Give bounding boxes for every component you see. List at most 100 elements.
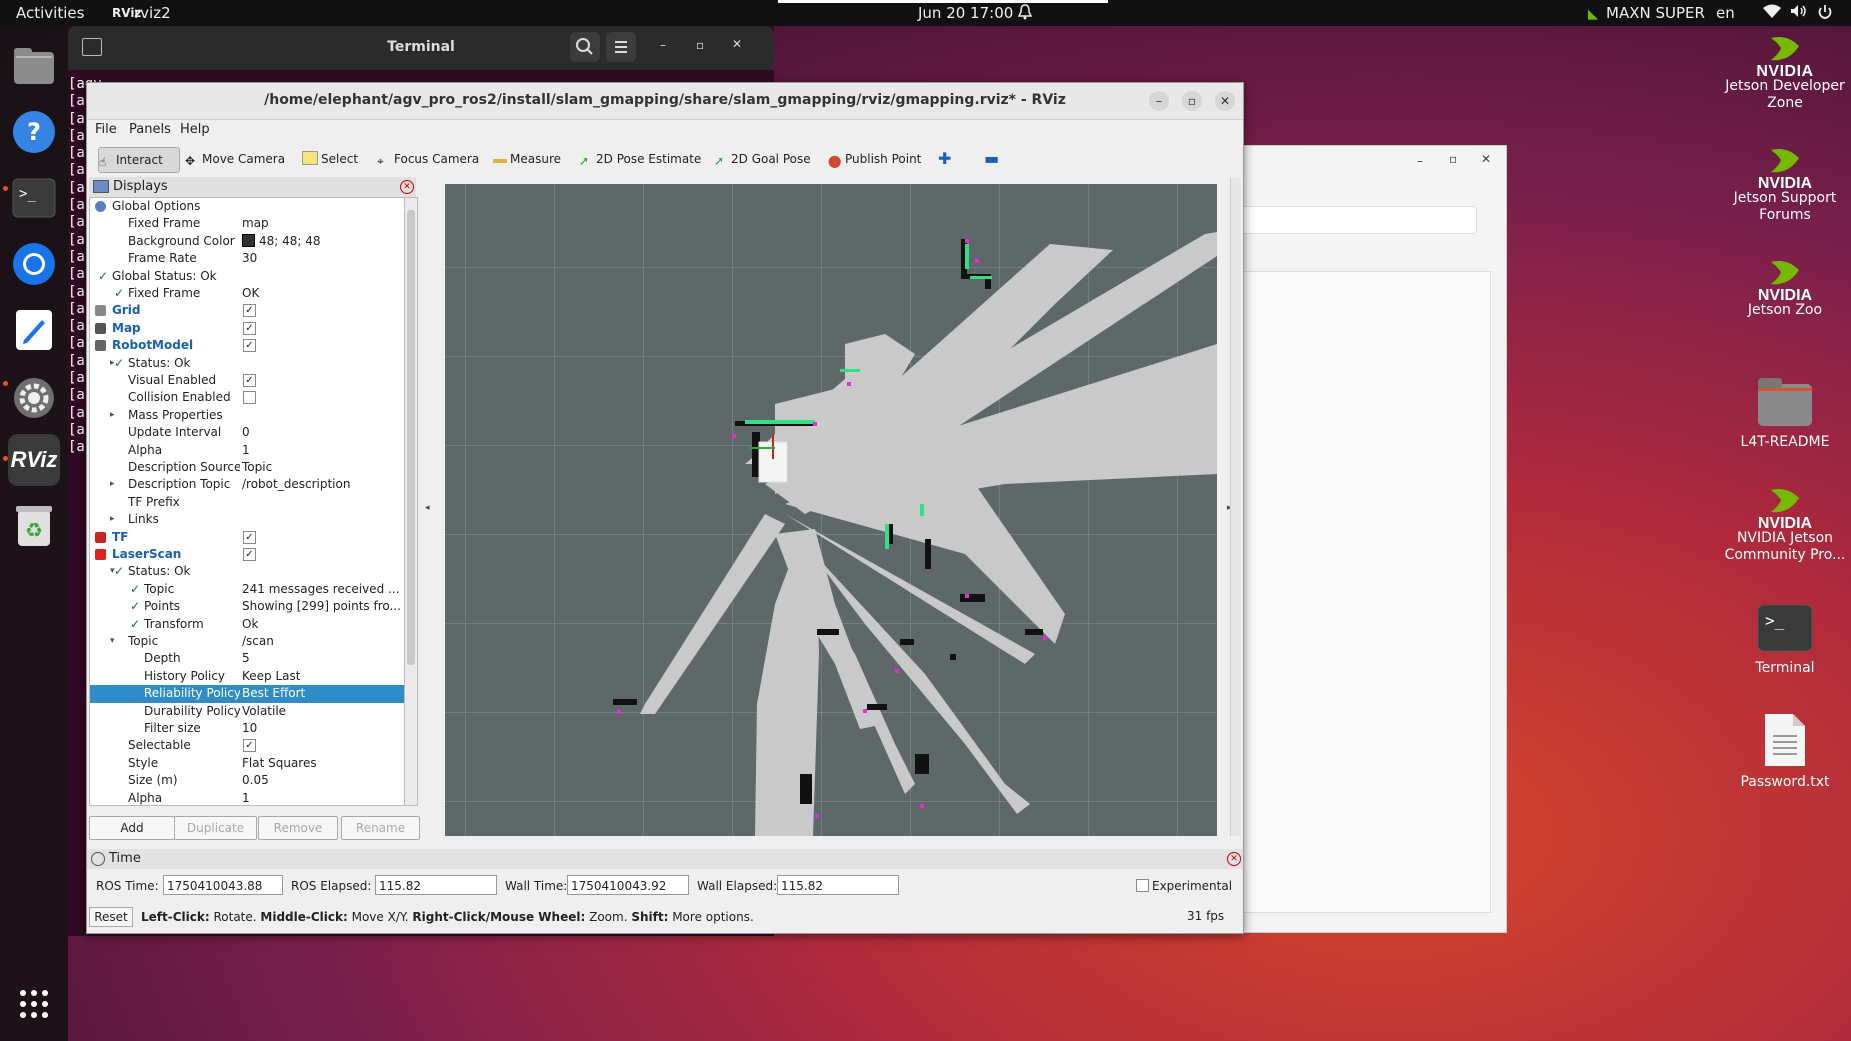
- menu-file[interactable]: File: [95, 122, 117, 137]
- property-value[interactable]: OK: [242, 286, 259, 300]
- settings-icon[interactable]: [8, 372, 60, 424]
- tree-row[interactable]: Global Options: [90, 198, 405, 215]
- add-tool-icon[interactable]: ✚: [938, 147, 951, 171]
- volume-icon[interactable]: [1790, 4, 1808, 22]
- tool-2d-pose-estimate[interactable]: ➚ 2D Pose Estimate: [579, 147, 701, 171]
- property-value[interactable]: 0: [242, 425, 250, 439]
- help-icon[interactable]: ?: [8, 106, 60, 158]
- color-swatch[interactable]: [242, 233, 255, 247]
- tree-row[interactable]: ▾ ✓ Status: Ok: [90, 563, 405, 580]
- 3d-viewport[interactable]: [445, 184, 1217, 836]
- tree-row[interactable]: TF Prefix: [90, 494, 405, 511]
- tree-row[interactable]: Size (m) 0.05: [90, 772, 405, 789]
- input-language[interactable]: en: [1716, 4, 1735, 22]
- tree-row[interactable]: Alpha 1: [90, 442, 405, 459]
- displays-scrollbar[interactable]: [404, 197, 418, 806]
- enable-checkbox[interactable]: ✓: [243, 739, 256, 753]
- rviz-window[interactable]: /home/elephant/agv_pro_ros2/install/slam…: [86, 82, 1244, 934]
- property-value[interactable]: 1: [242, 791, 250, 805]
- duplicate-button[interactable]: Duplicate: [174, 816, 257, 840]
- terminal-icon[interactable]: >_: [8, 172, 60, 224]
- expand-right-icon[interactable]: ▸: [110, 476, 115, 493]
- ros-time-field[interactable]: 1750410043.88: [163, 875, 283, 895]
- maximize-icon[interactable]: ▫: [696, 38, 704, 52]
- property-value[interactable]: /scan: [242, 634, 274, 648]
- desktop-icon-jetson-support-forums[interactable]: NVIDIA Jetson Support Forums: [1720, 144, 1850, 224]
- tool-publish-point[interactable]: ⬤ Publish Point: [828, 147, 921, 171]
- chromium-icon[interactable]: [8, 238, 60, 290]
- tree-row[interactable]: ▸ Links: [90, 511, 405, 528]
- tool-move-camera[interactable]: ✥ Move Camera: [185, 147, 285, 171]
- minimize-icon[interactable]: –: [1149, 91, 1169, 111]
- close-icon[interactable]: ✕: [1215, 91, 1235, 111]
- tree-row[interactable]: Reliability Policy Best Effort: [90, 685, 405, 703]
- tree-row[interactable]: RobotModel ✓: [90, 337, 405, 354]
- desktop-icon-jetson-developer-zone[interactable]: NVIDIA Jetson Developer Zone: [1720, 32, 1850, 112]
- tree-row[interactable]: ▾ Topic/scan: [90, 633, 405, 650]
- enable-checkbox[interactable]: ✓: [243, 530, 256, 544]
- tree-row[interactable]: ▸ Mass Properties: [90, 407, 405, 424]
- scroll-thumb[interactable]: [407, 210, 415, 665]
- tool-2d-goal-pose[interactable]: ➚ 2D Goal Pose: [714, 147, 811, 171]
- clock[interactable]: Jun 20 17:00: [918, 4, 1013, 22]
- ros-elapsed-field[interactable]: 115.82: [375, 875, 497, 895]
- search-icon[interactable]: [570, 32, 600, 62]
- property-value[interactable]: Ok: [242, 617, 258, 631]
- wall-elapsed-field[interactable]: 115.82: [777, 875, 899, 895]
- app-grid-icon[interactable]: [8, 978, 60, 1030]
- close-icon[interactable]: ✕: [732, 37, 742, 51]
- enable-checkbox[interactable]: ✓: [243, 321, 256, 335]
- property-value[interactable]: Flat Squares: [242, 756, 317, 770]
- wifi-icon[interactable]: [1763, 4, 1781, 22]
- maximize-icon[interactable]: ▫: [1182, 91, 1202, 111]
- experimental-checkbox[interactable]: [1136, 879, 1149, 892]
- reset-button[interactable]: Reset: [89, 907, 133, 927]
- tree-row[interactable]: Background Color 48; 48; 48: [90, 233, 405, 250]
- tree-row[interactable]: ✓ Fixed Frame OK: [90, 285, 405, 302]
- tool-measure[interactable]: Measure: [493, 147, 561, 171]
- enable-checkbox[interactable]: ✓: [243, 374, 256, 387]
- desktop-icon-jetson-zoo[interactable]: NVIDIA Jetson Zoo: [1720, 256, 1850, 319]
- tree-row[interactable]: TF ✓: [90, 529, 405, 546]
- minimize-icon[interactable]: –: [660, 38, 666, 52]
- rename-button[interactable]: Rename: [341, 816, 420, 840]
- displays-tree[interactable]: Global Options Fixed Frame map Background C…: [89, 197, 406, 806]
- text-editor-icon[interactable]: [8, 304, 60, 356]
- tree-row[interactable]: Grid ✓: [90, 302, 405, 319]
- desktop-icon-nvidia-jetson-community-projects[interactable]: NVIDIA NVIDIA Jetson Community Pro...: [1720, 484, 1850, 564]
- tool-focus-camera[interactable]: ⌖ Focus Camera: [377, 147, 479, 171]
- tree-row[interactable]: LaserScan ✓: [90, 546, 405, 563]
- background-window[interactable]: – ▫ ✕: [1238, 145, 1507, 933]
- tree-row[interactable]: ▸ ✓ Status: Ok: [90, 355, 405, 372]
- battery-power-icon[interactable]: [1818, 4, 1832, 24]
- enable-checkbox[interactable]: ✓: [243, 339, 256, 353]
- remove-button[interactable]: Remove: [258, 816, 338, 840]
- property-value[interactable]: 241 messages received ...: [242, 582, 399, 596]
- activities-button[interactable]: Activities: [16, 4, 84, 22]
- close-panel-icon[interactable]: ✕: [1227, 852, 1241, 866]
- wall-time-field[interactable]: 1750410043.92: [567, 875, 689, 895]
- tree-row[interactable]: Map ✓: [90, 320, 405, 337]
- property-value[interactable]: Volatile: [242, 704, 286, 718]
- tree-row[interactable]: Frame Rate 30: [90, 250, 405, 267]
- expand-right-icon[interactable]: ▸: [110, 511, 115, 528]
- tree-row[interactable]: History Policy Keep Last: [90, 668, 405, 685]
- property-value[interactable]: 0.05: [242, 773, 269, 787]
- property-value[interactable]: /robot_description: [242, 477, 350, 491]
- enable-checkbox[interactable]: [243, 391, 256, 405]
- close-icon[interactable]: ✕: [1481, 152, 1491, 166]
- maximize-icon[interactable]: ▫: [1449, 152, 1457, 166]
- menu-panels[interactable]: Panels: [129, 122, 171, 137]
- property-value[interactable]: Showing [299] points fro...: [242, 599, 401, 613]
- expand-down-icon[interactable]: ▾: [110, 633, 115, 650]
- tree-row[interactable]: Update Interval 0: [90, 424, 405, 441]
- desktop-icon-password-txt[interactable]: Password.txt: [1720, 712, 1850, 791]
- trash-icon[interactable]: ♻: [8, 500, 60, 552]
- close-panel-icon[interactable]: ✕: [400, 180, 414, 194]
- tool-select[interactable]: Select: [302, 147, 358, 171]
- files-icon[interactable]: [8, 40, 60, 92]
- property-value[interactable]: 1: [242, 443, 250, 457]
- rviz-titlebar[interactable]: /home/elephant/agv_pro_ros2/install/slam…: [87, 83, 1243, 120]
- tree-row[interactable]: Visual Enabled ✓: [90, 372, 405, 389]
- tree-row[interactable]: Depth 5: [90, 650, 405, 667]
